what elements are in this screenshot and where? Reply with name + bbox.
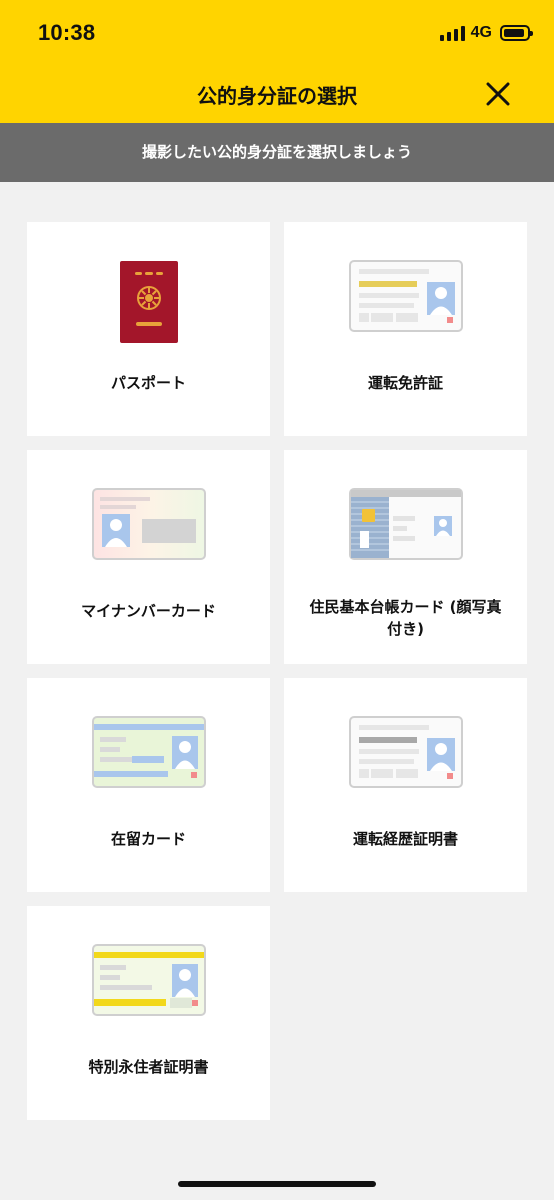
option-driving-history[interactable]: 運転経歴証明書 [284,678,527,892]
residence-card-icon [27,716,270,806]
close-icon [486,82,510,106]
id-type-grid: パスポート 運転免許証 マイナンバーカード 住民基本台帳カード (顔写真付き) … [27,222,527,1120]
option-special-permanent-resident[interactable]: 特別永住者証明書 [27,906,270,1120]
option-label: 運転経歴証明書 [352,830,458,848]
option-passport[interactable]: パスポート [27,222,270,436]
special-permanent-resident-icon [27,944,270,1034]
signal-icon [439,25,465,41]
close-button[interactable] [482,78,514,110]
option-my-number-card[interactable]: マイナンバーカード [27,450,270,664]
home-indicator[interactable] [178,1181,376,1187]
status-bar: 10:38 4G [0,0,554,66]
status-time: 10:38 [38,20,96,45]
resident-card-icon [284,488,527,578]
network-type: 4G [470,24,492,41]
option-label: 特別永住者証明書 [88,1058,209,1076]
option-label: 在留カード [110,830,186,848]
option-label: パスポート [110,374,186,392]
page-title: 公的身分証の選択 [197,84,357,108]
passport-icon [27,260,270,350]
option-label: 住民基本台帳カード (顔写真付き) [309,598,502,638]
option-resident-card[interactable]: 住民基本台帳カード (顔写真付き) [284,450,527,664]
header: 10:38 4G 公的身分証の選択 [0,0,554,123]
status-indicators: 4G [439,22,533,44]
option-label: マイナンバーカード [81,602,216,620]
option-drivers-license[interactable]: 運転免許証 [284,222,527,436]
drivers-license-icon [284,260,527,350]
option-residence-card[interactable]: 在留カード [27,678,270,892]
instruction-banner: 撮影したい公的身分証を選択しましょう [0,123,554,182]
battery-icon [500,25,533,41]
driving-history-icon [284,716,527,806]
my-number-card-icon [27,488,270,578]
option-label: 運転免許証 [367,374,443,392]
